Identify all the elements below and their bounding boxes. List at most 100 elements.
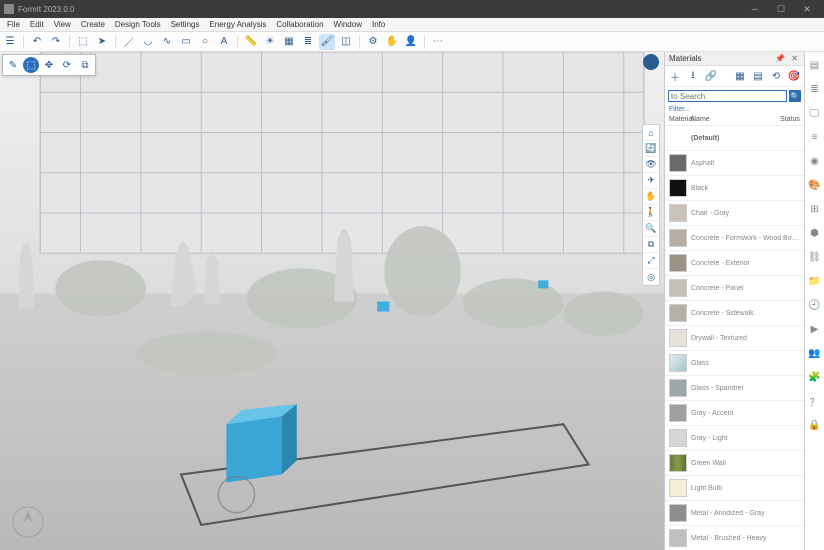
rail-visual-styles-button[interactable]: 🎨 xyxy=(808,178,822,192)
materials-picker-button[interactable]: 🎯 xyxy=(787,69,801,83)
layers-button[interactable]: ≣ xyxy=(300,34,316,50)
materials-texture-button[interactable]: ▦ xyxy=(733,69,747,83)
edges-button[interactable]: ◫ xyxy=(338,34,354,50)
menu-energy-analysis[interactable]: Energy Analysis xyxy=(204,20,271,29)
sketch-select-button[interactable]: ⬚ xyxy=(23,57,39,73)
rail-collaboration-button[interactable]: 👥 xyxy=(808,346,822,360)
redo-button[interactable]: ↷ xyxy=(48,34,64,50)
rail-animate-button[interactable]: ▶ xyxy=(808,322,822,336)
materials-link-button[interactable]: 🔗 xyxy=(704,69,718,83)
panel-pin-icon[interactable]: 📌 xyxy=(773,54,787,63)
rail-groups-button[interactable]: ⊞ xyxy=(808,202,822,216)
undo-button[interactable]: ↶ xyxy=(29,34,45,50)
orientation-compass[interactable] xyxy=(10,504,46,540)
settings-button[interactable]: ⚙ xyxy=(365,34,381,50)
arc-button[interactable]: ◡ xyxy=(140,34,156,50)
sun-button[interactable]: ☀ xyxy=(262,34,278,50)
nav-view-home-button[interactable]: ⌂ xyxy=(643,125,659,141)
materials-list[interactable]: (Default)AsphaltBlackChair - GrayConcret… xyxy=(665,126,804,550)
rail-undo-history-button[interactable]: 🕘 xyxy=(808,298,822,312)
sketch-move-button[interactable]: ✥ xyxy=(41,57,57,73)
material-row[interactable]: Light Bulb xyxy=(665,476,804,501)
material-row[interactable]: Asphalt xyxy=(665,151,804,176)
section-button[interactable]: ▦ xyxy=(281,34,297,50)
material-row[interactable]: Metal - Brushed - Heavy xyxy=(665,526,804,550)
cursor-button[interactable]: ➤ xyxy=(94,34,110,50)
rail-levels-button[interactable]: ≡ xyxy=(808,130,822,144)
material-row[interactable]: Chair - Gray xyxy=(665,201,804,226)
circle-button[interactable]: ○ xyxy=(197,34,213,50)
sketch-copy-button[interactable]: ⧉ xyxy=(77,57,93,73)
panel-close-icon[interactable]: ✕ xyxy=(789,54,800,63)
menu-window[interactable]: Window xyxy=(329,20,367,29)
window-minimize-button[interactable]: ─ xyxy=(742,0,768,18)
menu-info[interactable]: Info xyxy=(367,20,390,29)
rail-layers-button[interactable]: ≣ xyxy=(808,82,822,96)
materials-tile-button[interactable]: ▤ xyxy=(751,69,765,83)
menu-settings[interactable]: Settings xyxy=(166,20,205,29)
materials-reload-button[interactable]: ⟲ xyxy=(769,69,783,83)
material-row[interactable]: Metal - Anodized - Gray xyxy=(665,501,804,526)
menu-edit[interactable]: Edit xyxy=(25,20,49,29)
rail-help-button[interactable]: ？ xyxy=(808,394,822,408)
nav-zoom-window-button[interactable]: ⧉ xyxy=(643,237,659,253)
rail-scenes-button[interactable]: 🖵 xyxy=(808,106,822,120)
material-row[interactable]: Concrete - Exterior xyxy=(665,251,804,276)
window-maximize-button[interactable]: ☐ xyxy=(768,0,794,18)
menu-create[interactable]: Create xyxy=(76,20,110,29)
material-row[interactable]: Concrete - Panel xyxy=(665,276,804,301)
user-button[interactable]: 👤 xyxy=(403,34,419,50)
material-row[interactable]: Green Wall xyxy=(665,451,804,476)
menu-collaboration[interactable]: Collaboration xyxy=(271,20,328,29)
rail-dynamo-button[interactable]: ⬢ xyxy=(808,226,822,240)
rail-constraints-button[interactable]: ⛓ xyxy=(808,250,822,264)
rail-properties-button[interactable]: ▤ xyxy=(808,58,822,72)
material-row[interactable]: (Default) xyxy=(665,126,804,151)
material-swatch xyxy=(669,279,687,297)
sketch-sketch-button[interactable]: ✎ xyxy=(5,57,21,73)
spline-button[interactable]: ∿ xyxy=(159,34,175,50)
materials-search-input[interactable] xyxy=(668,90,787,102)
rail-materials-button[interactable]: ◉ xyxy=(808,154,822,168)
material-row[interactable]: Concrete - Formwork - Wood Boards xyxy=(665,226,804,251)
measure-button[interactable]: 📏 xyxy=(243,34,259,50)
nav-zoom-button[interactable]: 🔍 xyxy=(643,221,659,237)
menu-button[interactable]: ☰ xyxy=(2,34,18,50)
material-row[interactable]: Black xyxy=(665,176,804,201)
menu-design-tools[interactable]: Design Tools xyxy=(110,20,166,29)
touch-button[interactable]: ✋ xyxy=(384,34,400,50)
paint-button[interactable]: 🖌 xyxy=(319,34,335,50)
materials-add-button[interactable]: ＋ xyxy=(668,69,682,83)
nav-first-person-button[interactable]: 🚶 xyxy=(643,205,659,221)
sketch-rotate-button[interactable]: ⟳ xyxy=(59,57,75,73)
menu-view[interactable]: View xyxy=(49,20,76,29)
more-button[interactable]: ⋯ xyxy=(430,34,446,50)
rail-plugins-button[interactable]: 🧩 xyxy=(808,370,822,384)
window-close-button[interactable]: ✕ xyxy=(794,0,820,18)
rail-lock-button[interactable]: 🔒 xyxy=(808,418,822,432)
materials-filter-link[interactable]: Filter... xyxy=(665,105,804,114)
menu-file[interactable]: File xyxy=(2,20,25,29)
app-title: FormIt 2023.0.0 xyxy=(18,5,742,14)
material-row[interactable]: Glass xyxy=(665,351,804,376)
nav-zoom-selected-button[interactable]: ◎ xyxy=(643,269,659,285)
material-row[interactable]: Glass - Spandrel xyxy=(665,376,804,401)
nav-fly-button[interactable]: ✈ xyxy=(643,173,659,189)
material-row[interactable]: Gray - Accent xyxy=(665,401,804,426)
material-row[interactable]: Gray - Light xyxy=(665,426,804,451)
view-orbit-icon[interactable] xyxy=(643,54,659,70)
material-row[interactable]: Concrete - Sidewalk xyxy=(665,301,804,326)
materials-import-button[interactable]: ⭳ xyxy=(686,69,700,83)
viewport-3d[interactable]: ✎⬚✥⟳⧉ ⌂🔄👁✈✋🚶🔍⧉⤢◎ xyxy=(0,52,664,550)
material-row[interactable]: Drywall - Textured xyxy=(665,326,804,351)
nav-swivel-button[interactable]: 🔄 xyxy=(643,141,659,157)
rectangle-button[interactable]: ▭ xyxy=(178,34,194,50)
nav-look-button[interactable]: 👁 xyxy=(643,157,659,173)
rail-content-library-button[interactable]: 📁 xyxy=(808,274,822,288)
materials-search-button[interactable]: 🔍 xyxy=(789,90,801,102)
select-button[interactable]: ⬚ xyxy=(75,34,91,50)
line-button[interactable]: ／ xyxy=(121,34,137,50)
nav-pan-button[interactable]: ✋ xyxy=(643,189,659,205)
nav-zoom-extents-button[interactable]: ⤢ xyxy=(643,253,659,269)
text-button[interactable]: A xyxy=(216,34,232,50)
